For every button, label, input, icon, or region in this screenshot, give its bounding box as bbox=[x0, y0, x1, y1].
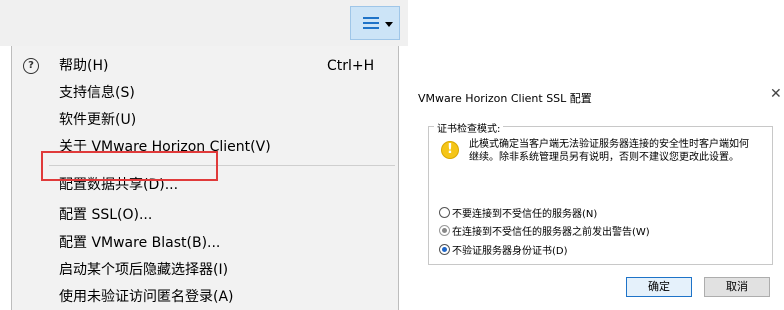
ssl-config-dialog: VMware Horizon Client SSL 配置 ✕ 证书检查模式: !… bbox=[408, 80, 784, 310]
radio-label: 不验证服务器身份证书(D) bbox=[452, 246, 568, 257]
cancel-button[interactable]: 取消 bbox=[704, 277, 770, 297]
menu-item-configure-blast[interactable]: 配置 VMware Blast(B)... bbox=[12, 231, 398, 255]
app-menu-area: ? 帮助(H) Ctrl+H 支持信息(S) 软件更新(U) 关于 VMware… bbox=[0, 0, 408, 310]
hamburger-icon bbox=[363, 17, 379, 29]
menu-item-configure-ssl[interactable]: 配置 SSL(O)... bbox=[12, 203, 398, 227]
radio-button[interactable] bbox=[439, 225, 450, 236]
radio-option-no-verify[interactable]: 不验证服务器身份证书(D) bbox=[439, 244, 568, 258]
warning-line-1: 此模式确定当客户端无法验证服务器连接的安全性时客户端如何 bbox=[469, 139, 749, 150]
radio-label: 不要连接到不受信任的服务器(N) bbox=[452, 209, 598, 220]
highlight-box bbox=[41, 151, 218, 181]
menu-topbar bbox=[0, 0, 408, 46]
menu-item-label: 启动某个项后隐藏选择器(I) bbox=[59, 262, 229, 278]
dialog-title: VMware Horizon Client SSL 配置 bbox=[418, 92, 592, 105]
radio-label: 在连接到不受信任的服务器之前发出警告(W) bbox=[452, 227, 650, 238]
menu-item-label: 配置 VMware Blast(B)... bbox=[59, 235, 221, 251]
radio-button[interactable] bbox=[439, 207, 450, 218]
menu-item-shortcut: Ctrl+H bbox=[327, 58, 375, 74]
group-label: 证书检查模式: bbox=[434, 120, 504, 135]
menu-button[interactable] bbox=[350, 6, 400, 40]
help-icon: ? bbox=[23, 58, 39, 74]
menu-item-label: 配置 SSL(O)... bbox=[59, 207, 153, 223]
radio-option-never-connect[interactable]: 不要连接到不受信任的服务器(N) bbox=[439, 207, 597, 221]
warning-line-2: 继续。除非系统管理员另有说明，否则不建议您更改此设置。 bbox=[469, 152, 739, 163]
menu-item-label: 帮助(H) bbox=[59, 58, 109, 74]
menu-item-support-info[interactable]: 支持信息(S) bbox=[12, 81, 398, 105]
caret-down-icon bbox=[385, 22, 393, 27]
menu-item-label: 支持信息(S) bbox=[59, 85, 135, 101]
menu-item-hide-selector[interactable]: 启动某个项后隐藏选择器(I) bbox=[12, 258, 398, 282]
radio-button[interactable] bbox=[439, 244, 450, 255]
menu-item-label: 使用未验证访问匿名登录(A) bbox=[59, 289, 234, 305]
warning-icon: ! bbox=[441, 141, 459, 159]
menu-item-help[interactable]: ? 帮助(H) Ctrl+H bbox=[12, 54, 398, 78]
close-icon[interactable]: ✕ bbox=[770, 86, 782, 102]
menu-item-label: 软件更新(U) bbox=[59, 112, 137, 128]
radio-option-warn[interactable]: 在连接到不受信任的服务器之前发出警告(W) bbox=[439, 225, 650, 239]
ok-button[interactable]: 确定 bbox=[626, 277, 692, 297]
warning-text: 此模式确定当客户端无法验证服务器连接的安全性时客户端如何 继续。除非系统管理员另… bbox=[469, 138, 769, 164]
menu-item-anonymous-login[interactable]: 使用未验证访问匿名登录(A) bbox=[12, 285, 398, 309]
menu-item-software-update[interactable]: 软件更新(U) bbox=[12, 108, 398, 132]
